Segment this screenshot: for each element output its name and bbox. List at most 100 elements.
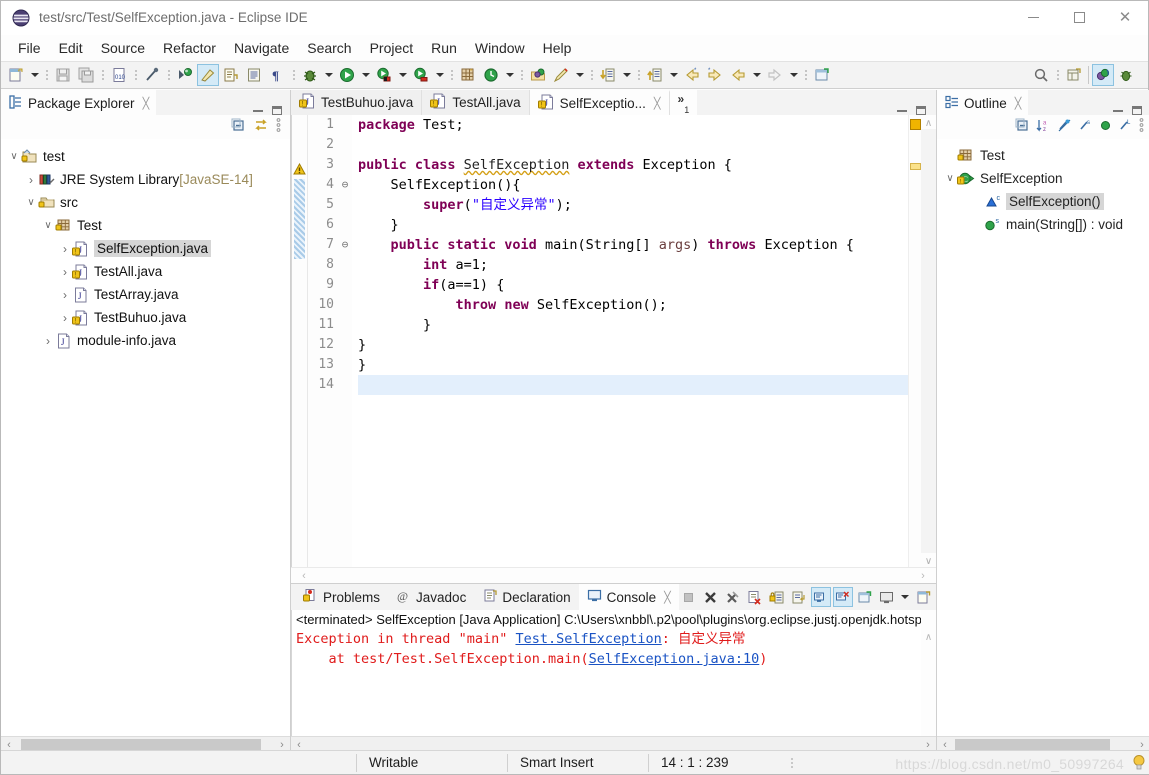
menu-window[interactable]: Window xyxy=(466,37,534,59)
console-tab-declaration[interactable]: Declaration xyxy=(474,584,578,610)
open-type-icon[interactable] xyxy=(174,64,196,86)
toolbar-group-handle[interactable] xyxy=(44,66,49,84)
console-tab-console[interactable]: Console ╳ xyxy=(578,584,679,610)
close-icon[interactable]: ╳ xyxy=(1015,97,1022,110)
chevron-down-icon[interactable]: ∨ xyxy=(943,173,957,184)
show-console-on-error-icon[interactable] xyxy=(832,587,853,607)
package-explorer-tree[interactable]: ∨ test › JRE System Library [JavaSE-14] ∨ src… xyxy=(1,139,290,736)
fold-toggle-icon[interactable]: ⊖ xyxy=(338,175,352,195)
hide-static-icon[interactable]: s xyxy=(1078,118,1093,136)
view-menu-icon[interactable] xyxy=(276,117,281,136)
warning-marker-icon[interactable] xyxy=(293,162,306,179)
code-line[interactable]: throw new SelfException(); xyxy=(358,295,908,315)
menu-run[interactable]: Run xyxy=(422,37,466,59)
minimize-icon[interactable] xyxy=(1113,109,1123,112)
code-line[interactable]: public static void main(String[] args) t… xyxy=(358,235,908,255)
code-line[interactable] xyxy=(358,375,908,395)
open-console-icon[interactable] xyxy=(914,587,934,607)
run-dropdown-arrow[interactable] xyxy=(359,64,372,86)
editor-tab-testall-java[interactable]: J! TestAll.java xyxy=(422,90,530,115)
more-editors-button[interactable]: » 1 xyxy=(669,90,698,115)
run-external-tools-icon[interactable] xyxy=(373,64,395,86)
refresh-dropdown-arrow[interactable] xyxy=(503,64,516,86)
tree-item-src[interactable]: ∨ src xyxy=(1,191,290,214)
debug-dropdown-arrow[interactable] xyxy=(322,64,335,86)
new-binary-file-icon[interactable]: 010 xyxy=(108,64,130,86)
refresh-icon[interactable] xyxy=(480,64,502,86)
run-icon[interactable] xyxy=(336,64,358,86)
outline-tree[interactable]: Test ∨ C! SelfException c SelfException() s mai… xyxy=(937,139,1149,736)
code-line[interactable]: package Test; xyxy=(358,115,908,135)
chevron-down-icon[interactable]: ∨ xyxy=(41,220,55,231)
open-perspective-icon[interactable] xyxy=(1063,64,1085,86)
toolbar-group-handle[interactable] xyxy=(636,66,641,84)
folding-ruler[interactable]: ⊖ ⊖ xyxy=(338,115,352,567)
show-whitespace-icon[interactable]: ¶ xyxy=(266,64,288,86)
maximize-button[interactable] xyxy=(1056,1,1102,35)
toolbar-group-handle[interactable] xyxy=(449,66,454,84)
scroll-up-icon[interactable]: ∧ xyxy=(925,115,932,129)
code-line[interactable]: public class SelfException extends Excep… xyxy=(358,155,908,175)
outline-item-main-string-void[interactable]: s main(String[]) : void xyxy=(937,213,1149,236)
tree-item-test[interactable]: ∨ Test xyxy=(1,214,290,237)
tree-item-module-info-java[interactable]: › Jmodule-info.java xyxy=(1,329,290,352)
search-icon[interactable] xyxy=(1030,64,1052,86)
hide-local-types-icon[interactable]: L xyxy=(1118,118,1133,136)
menu-search[interactable]: Search xyxy=(298,37,360,59)
open-task-icon[interactable] xyxy=(243,64,265,86)
close-icon[interactable]: ╳ xyxy=(654,97,661,110)
tree-item-test[interactable]: ∨ test xyxy=(1,145,290,168)
console-output[interactable]: <terminated> SelfException [Java Applica… xyxy=(291,610,936,736)
menu-project[interactable]: Project xyxy=(361,37,423,59)
fold-toggle-icon[interactable]: ⊖ xyxy=(338,235,352,255)
toolbar-group-handle[interactable] xyxy=(1088,66,1089,84)
console-vscrollbar[interactable]: ∧ xyxy=(921,610,936,736)
previous-edit-icon[interactable] xyxy=(727,64,749,86)
run-external-tools-dropdown-arrow[interactable] xyxy=(396,64,409,86)
lightbulb-icon[interactable] xyxy=(1132,754,1146,771)
pin-console-icon[interactable] xyxy=(855,587,875,607)
previous-annotation-icon[interactable] xyxy=(597,64,619,86)
chevron-right-icon[interactable]: › xyxy=(58,242,72,256)
show-console-on-output-icon[interactable] xyxy=(810,587,831,607)
code-text-area[interactable]: package Test; public class SelfException … xyxy=(352,115,908,567)
next-edit-dropdown-arrow[interactable] xyxy=(787,64,800,86)
tree-item-selfexception-java[interactable]: › J! SelfException.java xyxy=(1,237,290,260)
minimize-button[interactable] xyxy=(1010,1,1056,35)
new-java-project-icon[interactable]: * xyxy=(457,64,479,86)
toolbar-group-handle[interactable] xyxy=(291,66,296,84)
code-line[interactable]: SelfException(){ xyxy=(358,175,908,195)
scroll-up-icon[interactable]: ∧ xyxy=(925,632,932,643)
console-tab-javadoc[interactable]: @ Javadoc xyxy=(388,584,474,610)
previous-annotation-dropdown-arrow[interactable] xyxy=(620,64,633,86)
annotation-ruler[interactable] xyxy=(292,115,308,567)
terminate-icon[interactable] xyxy=(679,587,699,607)
chevron-down-icon[interactable]: ∨ xyxy=(7,151,21,162)
outline-item-selfexception[interactable]: ∨ C! SelfException xyxy=(937,167,1149,190)
console-tab-problems[interactable]: Problems xyxy=(295,584,388,610)
minimize-icon[interactable] xyxy=(253,109,263,112)
chevron-right-icon[interactable]: › xyxy=(24,173,38,187)
code-line[interactable]: } xyxy=(358,355,908,375)
new-java-class-icon[interactable] xyxy=(220,64,242,86)
back-history-icon[interactable]: * xyxy=(681,64,703,86)
collapse-all-icon[interactable] xyxy=(231,118,246,136)
outline-item-selfexception-[interactable]: c SelfException() xyxy=(937,190,1149,213)
close-icon[interactable]: ╳ xyxy=(143,97,150,110)
sort-icon[interactable]: a z xyxy=(1036,118,1051,136)
chevron-down-icon[interactable]: ∨ xyxy=(24,197,38,208)
next-annotation-dropdown-arrow[interactable] xyxy=(667,64,680,86)
maximize-icon[interactable] xyxy=(1132,106,1142,115)
display-selected-console-dropdown-arrow[interactable] xyxy=(899,586,912,608)
maximize-icon[interactable] xyxy=(272,106,282,115)
toolbar-group-handle[interactable] xyxy=(166,66,171,84)
editor-tab-testbuhuo-java[interactable]: J! TestBuhuo.java xyxy=(291,90,423,115)
toolbar-group-handle[interactable] xyxy=(589,66,594,84)
scroll-left-icon[interactable]: ‹ xyxy=(291,570,317,582)
overview-warning-marker[interactable] xyxy=(910,119,921,130)
menu-file[interactable]: File xyxy=(9,37,50,59)
status-drag-handle[interactable] xyxy=(789,755,795,771)
vscroll-track[interactable] xyxy=(921,129,936,553)
coverage-dropdown-arrow[interactable] xyxy=(433,64,446,86)
view-menu-icon[interactable] xyxy=(1139,117,1144,136)
